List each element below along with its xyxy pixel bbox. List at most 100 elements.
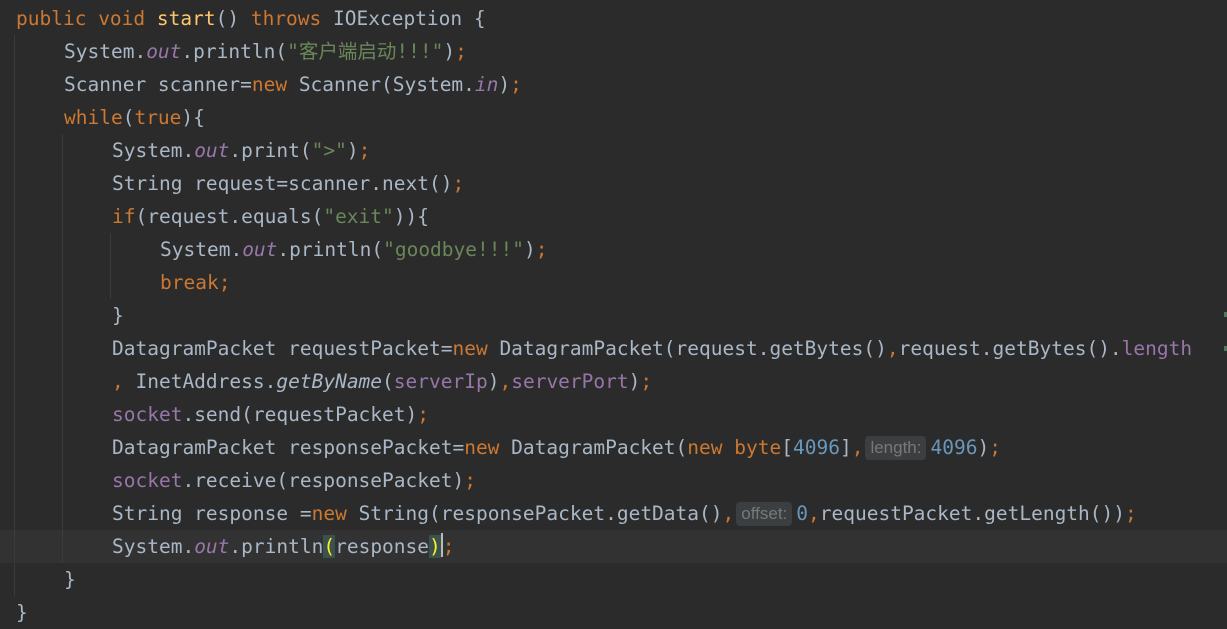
code-token: start (156, 7, 216, 30)
code-token: ) (443, 40, 456, 63)
code-text: System.out.println(response); (112, 530, 455, 563)
code-token: 客户端启动 (298, 40, 397, 63)
code-token: , (808, 502, 820, 525)
code-line[interactable]: String response =new String(responsePack… (0, 497, 1227, 530)
code-token: DatagramPacket( (511, 436, 688, 459)
code-token: ; (640, 370, 653, 393)
code-token: out (194, 139, 230, 162)
code-token: getByName (276, 370, 383, 393)
code-token: "exit" (323, 205, 394, 228)
code-token: while (64, 106, 123, 129)
code-text: String request=scanner.next(); (112, 167, 464, 200)
code-line[interactable]: if(request.equals("exit")){ (0, 200, 1227, 233)
code-token: ( (382, 370, 394, 393)
code-token: ) (977, 436, 990, 459)
code-token: System. (160, 238, 243, 261)
code-line[interactable]: DatagramPacket requestPacket=new Datagra… (0, 332, 1227, 365)
code-line[interactable]: , InetAddress.getByName(serverIp),server… (0, 365, 1227, 398)
code-token: ; (358, 139, 371, 162)
code-token: 4096 (792, 436, 840, 459)
code-token: new (452, 337, 500, 360)
code-token: Scanner(System. (298, 73, 475, 96)
code-text: System.out.println("客户端启动!!!"); (64, 35, 467, 68)
code-token: [ (781, 436, 793, 459)
code-text: } (64, 563, 76, 596)
code-token: break (160, 271, 219, 294)
code-token: DatagramPacket(request.getBytes() (499, 337, 887, 360)
code-token: ; (455, 40, 467, 63)
code-token: } (16, 601, 28, 624)
code-token: ; (1125, 502, 1137, 525)
code-token: , (499, 370, 512, 393)
code-line[interactable]: } (0, 563, 1227, 596)
code-token: in (474, 73, 499, 96)
code-token: ( (122, 106, 135, 129)
code-token: ) (498, 73, 511, 96)
code-token: Scanner scanner= (64, 73, 252, 96)
code-line[interactable]: } (0, 299, 1227, 332)
code-token: serverPort (511, 370, 629, 393)
code-token: .println( (277, 238, 384, 261)
code-token: out (242, 238, 278, 261)
code-line[interactable]: String request=scanner.next(); (0, 167, 1227, 200)
code-token: ) (487, 370, 500, 393)
code-token: .receive(responsePacket) (182, 469, 465, 492)
code-token: .print( (229, 139, 312, 162)
code-line[interactable]: } (0, 596, 1227, 629)
code-token: 4096 (930, 436, 978, 459)
code-token: (request.equals( (135, 205, 324, 228)
code-token: "goodbye!!!" (383, 238, 524, 261)
code-text: Scanner scanner=new Scanner(System.in); (64, 68, 522, 101)
code-token: socket (112, 403, 183, 426)
matched-paren: ( (323, 535, 336, 558)
code-token: requestPacket.getLength()) (819, 502, 1126, 525)
code-line[interactable]: DatagramPacket responsePacket=new Datagr… (0, 431, 1227, 464)
code-token: ; (535, 238, 548, 261)
code-token: new (464, 436, 512, 459)
code-token: ] (839, 436, 852, 459)
code-line[interactable]: System.out.print(">"); (0, 134, 1227, 167)
code-token: new (687, 436, 735, 459)
code-line[interactable]: socket.receive(responsePacket); (0, 464, 1227, 497)
code-token: ; (442, 535, 455, 558)
code-line[interactable]: socket.send(requestPacket); (0, 398, 1227, 431)
code-token: System. (112, 139, 195, 162)
parameter-hint: length: (865, 436, 927, 460)
code-token: } (112, 304, 124, 327)
code-token: ; (452, 172, 465, 195)
code-token: ; (218, 271, 231, 294)
code-token: socket (112, 469, 183, 492)
code-token: ; (510, 73, 522, 96)
code-token: , (886, 337, 899, 360)
code-text: String response =new String(responsePack… (112, 497, 1137, 530)
code-line[interactable]: Scanner scanner=new Scanner(System.in); (0, 68, 1227, 101)
code-line[interactable]: System.out.println("goodbye!!!"); (0, 233, 1227, 266)
code-text: } (112, 299, 124, 332)
code-text: , InetAddress.getByName(serverIp),server… (112, 365, 652, 398)
code-line[interactable]: while(true){ (0, 101, 1227, 134)
code-token: ">" (311, 139, 347, 162)
code-token: byte (734, 436, 782, 459)
code-text: socket.receive(responsePacket); (112, 464, 476, 497)
code-text: if(request.equals("exit")){ (112, 200, 429, 233)
code-editor[interactable]: public void start() throws IOException {… (0, 0, 1227, 628)
code-line[interactable]: public void start() throws IOException { (0, 2, 1227, 35)
code-token: ) (523, 238, 536, 261)
code-token: out (194, 535, 230, 558)
code-text: DatagramPacket requestPacket=new Datagra… (112, 332, 1192, 365)
code-line[interactable]: System.out.println("客户端启动!!!"); (0, 35, 1227, 68)
code-token: System. (112, 535, 195, 558)
code-token: , (112, 370, 136, 393)
code-token: )){ (393, 205, 430, 228)
code-token: throws (250, 7, 334, 30)
parameter-hint: offset: (736, 502, 793, 526)
code-token: void (98, 7, 157, 30)
code-token: response (335, 535, 430, 558)
code-token: .println( (181, 40, 288, 63)
code-text: public void start() throws IOException { (16, 2, 486, 35)
code-line-current[interactable]: System.out.println(response); (0, 530, 1227, 563)
code-token: request.getBytes(). (898, 337, 1122, 360)
code-token: System. (64, 40, 147, 63)
code-line[interactable]: break; (0, 266, 1227, 299)
code-text: } (16, 596, 28, 629)
